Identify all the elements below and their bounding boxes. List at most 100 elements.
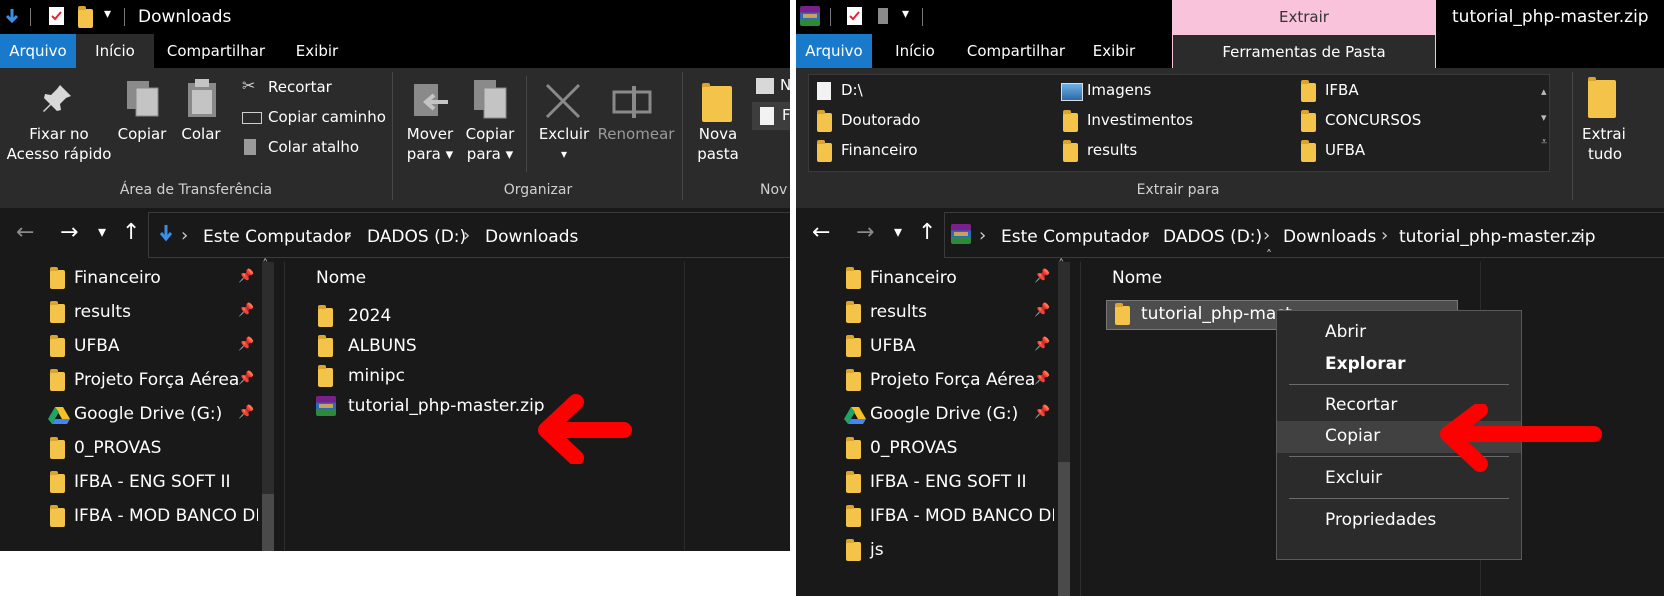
- nav-item-projeto[interactable]: Projeto Força Aérea 📌: [844, 364, 1054, 398]
- customize-toolbar-chevron-icon[interactable]: ▾: [104, 6, 111, 22]
- nav-scrollbar[interactable]: ˄: [262, 258, 274, 551]
- column-header-name[interactable]: Nome: [1112, 262, 1412, 294]
- extract-location-ifba[interactable]: IFBA: [1299, 77, 1529, 107]
- breadcrumb-this-pc[interactable]: Este Computador: [1001, 227, 1149, 247]
- pin-icon: 📌: [238, 405, 255, 420]
- scroll-up-chevron-icon[interactable]: ˄: [1058, 258, 1065, 273]
- recent-locations-chevron-icon[interactable]: ▾: [894, 222, 902, 241]
- gallery-more-icon[interactable]: ⩡: [1541, 135, 1547, 149]
- extract-location-label: Imagens: [1087, 81, 1152, 99]
- cut-label: Recortar: [268, 78, 332, 96]
- new-item-button[interactable]: N: [756, 76, 790, 100]
- address-bar[interactable]: › Este Computador › DADOS (D:) › Downloa…: [944, 212, 1664, 258]
- folder-icon: [1301, 140, 1316, 162]
- back-arrow-icon[interactable]: ←: [812, 220, 830, 245]
- paste-shortcut-button[interactable]: Colar atalho: [240, 136, 360, 160]
- extract-location-doutorado[interactable]: Doutorado: [815, 107, 1045, 137]
- extract-location-investimentos[interactable]: Investimentos: [1061, 107, 1291, 137]
- tab-inicio[interactable]: Início: [76, 34, 154, 68]
- customize-toolbar-chevron-icon[interactable]: ▾: [902, 6, 909, 22]
- extract-location-ufba[interactable]: UFBA: [1299, 137, 1529, 167]
- delete-chevron-icon[interactable]: ▾: [532, 144, 596, 165]
- breadcrumb-drive[interactable]: DADOS (D:): [367, 227, 466, 247]
- nav-item-ifba-mod-banco[interactable]: IFBA - MOD BANCO DI: [844, 500, 1054, 534]
- up-arrow-icon[interactable]: ↑: [122, 220, 140, 245]
- move-to-button[interactable]: Mover para ▾: [400, 68, 460, 176]
- recent-locations-chevron-icon[interactable]: ▾: [98, 222, 106, 241]
- nav-item-0-provas[interactable]: 0_PROVAS: [844, 432, 1054, 466]
- breadcrumb-downloads[interactable]: Downloads: [1283, 227, 1376, 247]
- nav-item-google-drive[interactable]: Google Drive (G:) 📌: [844, 398, 1054, 432]
- extract-all-button[interactable]: Extrai tudo: [1578, 68, 1664, 176]
- cut-button[interactable]: ✂ Recortar: [240, 76, 360, 100]
- breadcrumb-downloads[interactable]: Downloads: [485, 227, 578, 247]
- nav-item-financeiro[interactable]: Financeiro 📌: [48, 262, 258, 296]
- tab-compartilhar[interactable]: Compartilhar: [158, 34, 274, 68]
- copy-to-button[interactable]: Copiar para ▾: [460, 68, 520, 176]
- nav-item-projeto[interactable]: Projeto Força Aérea 📌: [48, 364, 258, 398]
- extract-location-d-drive[interactable]: D:\: [815, 77, 1045, 107]
- context-menu-open[interactable]: Abrir: [1277, 317, 1521, 349]
- tab-exibir[interactable]: Exibir: [1076, 34, 1152, 68]
- quick-access-download-icon[interactable]: [4, 8, 20, 26]
- file-row-tutorial-zip[interactable]: tutorial_php-master.zip: [316, 392, 556, 422]
- nav-scrollbar[interactable]: ˄: [1058, 258, 1070, 596]
- up-arrow-icon[interactable]: ↑: [918, 220, 936, 245]
- breadcrumb-this-pc[interactable]: Este Computador: [203, 227, 351, 247]
- nav-item-google-drive[interactable]: Google Drive (G:) 📌: [48, 398, 258, 432]
- tab-compartilhar[interactable]: Compartilhar: [958, 34, 1074, 68]
- scrollbar-thumb[interactable]: [262, 494, 274, 551]
- easy-access-button[interactable]: F: [752, 102, 790, 130]
- nav-item-ufba[interactable]: UFBA 📌: [844, 330, 1054, 364]
- new-folder-button[interactable]: Nova pasta: [688, 68, 748, 176]
- delete-x-icon: [545, 83, 581, 119]
- nav-item-ifba-eng-soft[interactable]: IFBA - ENG SOFT II: [48, 466, 258, 500]
- nav-item-ifba-eng-soft[interactable]: IFBA - ENG SOFT II: [844, 466, 1054, 500]
- context-menu-properties[interactable]: Propriedades: [1277, 505, 1521, 537]
- extract-location-financeiro[interactable]: Financeiro: [815, 137, 1045, 167]
- tab-exibir[interactable]: Exibir: [280, 34, 354, 68]
- nav-item-ufba[interactable]: UFBA 📌: [48, 330, 258, 364]
- nav-item-0-provas[interactable]: 0_PROVAS: [48, 432, 258, 466]
- pin-quick-access-button[interactable]: Fixar no Acesso rápido: [0, 68, 118, 176]
- delete-button[interactable]: Excluir ▾: [532, 68, 596, 176]
- properties-icon[interactable]: [48, 6, 66, 26]
- file-row-2024[interactable]: 2024: [316, 302, 556, 332]
- file-row-minipc[interactable]: minipc: [316, 362, 556, 392]
- breadcrumb-zip[interactable]: tutorial_php-master.zip: [1399, 227, 1596, 247]
- folder-icon: [50, 369, 65, 391]
- new-folder-icon[interactable]: [78, 6, 93, 28]
- pin-icon: 📌: [1034, 269, 1051, 284]
- context-menu-explore[interactable]: Explorar: [1277, 349, 1521, 381]
- properties-icon[interactable]: [846, 6, 864, 26]
- extract-location-results[interactable]: results: [1061, 137, 1291, 167]
- tab-inicio[interactable]: Início: [876, 34, 954, 68]
- nav-item-ifba-mod-banco[interactable]: IFBA - MOD BANCO DI: [48, 500, 258, 534]
- forward-arrow-icon[interactable]: →: [856, 220, 874, 245]
- nav-item-results[interactable]: results 📌: [48, 296, 258, 330]
- ribbon-tabs: Arquivo Início Compartilhar Exibir Ferra…: [796, 34, 1664, 95]
- scroll-up-chevron-icon[interactable]: ˄: [262, 258, 269, 273]
- tab-arquivo[interactable]: Arquivo: [796, 34, 872, 68]
- extract-location-imagens[interactable]: Imagens: [1061, 77, 1291, 107]
- back-arrow-icon[interactable]: ←: [16, 220, 34, 245]
- copy-button[interactable]: Copiar: [112, 68, 172, 176]
- tab-arquivo[interactable]: Arquivo: [0, 34, 76, 68]
- rename-button[interactable]: Renomear: [596, 68, 676, 176]
- forward-arrow-icon[interactable]: →: [60, 220, 78, 245]
- column-header-name[interactable]: Nome: [316, 262, 616, 294]
- nav-item-financeiro[interactable]: Financeiro 📌: [844, 262, 1054, 296]
- address-bar[interactable]: › Este Computador › DADOS (D:) › Downloa…: [148, 212, 790, 258]
- file-row-albuns[interactable]: ALBUNS: [316, 332, 556, 362]
- scissors-icon: ✂: [242, 76, 256, 95]
- copy-path-button[interactable]: Copiar caminho: [240, 106, 386, 130]
- paste-button[interactable]: Colar: [174, 68, 228, 176]
- breadcrumb-drive[interactable]: DADOS (D:): [1163, 227, 1262, 247]
- gallery-scroll-down-icon[interactable]: ▾: [1541, 111, 1547, 124]
- tab-ferramentas-pasta-compactada[interactable]: Ferramentas de Pasta Compactada: [1172, 34, 1436, 95]
- scrollbar-thumb[interactable]: [1058, 462, 1070, 596]
- extract-location-concursos[interactable]: CONCURSOS: [1299, 107, 1529, 137]
- gallery-scroll-up-icon[interactable]: ▴: [1541, 85, 1547, 98]
- nav-item-results[interactable]: results 📌: [844, 296, 1054, 330]
- nav-item-js[interactable]: js: [844, 534, 1054, 568]
